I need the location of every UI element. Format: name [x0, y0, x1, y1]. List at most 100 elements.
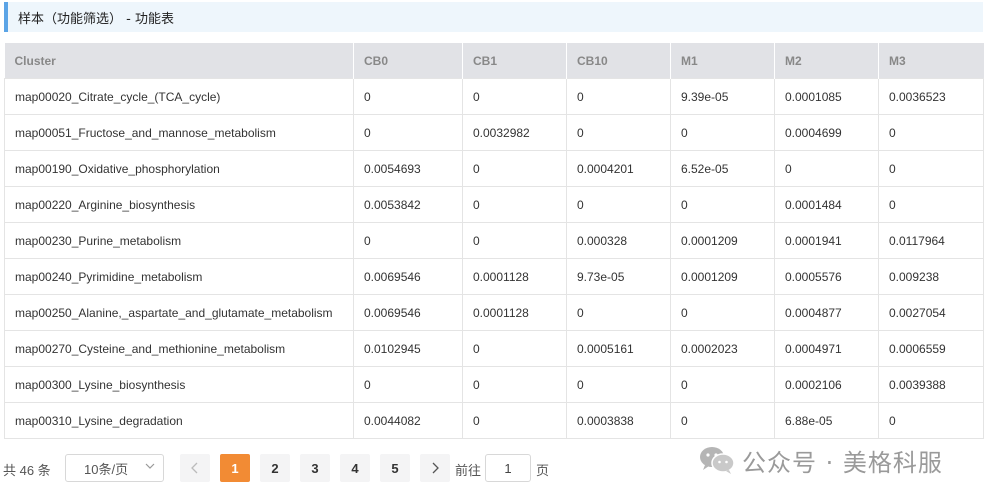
chevron-left-icon	[191, 462, 198, 474]
watermark: 公众号 · 美格科服	[698, 442, 943, 478]
column-header[interactable]: CB0	[353, 43, 463, 79]
value-cell: 0.0054693	[353, 150, 463, 187]
value-cell: 0	[462, 222, 567, 259]
value-cell: 0.0004877	[774, 294, 879, 331]
value-cell: 0.0001128	[462, 258, 567, 295]
column-header[interactable]: CB1	[462, 43, 567, 79]
cluster-cell: map00230_Purine_metabolism	[4, 222, 354, 259]
value-cell: 0.0004971	[774, 330, 879, 367]
value-cell: 6.52e-05	[670, 150, 775, 187]
value-cell: 0.0069546	[353, 258, 463, 295]
value-cell: 0	[462, 186, 567, 223]
cluster-cell: map00220_Arginine_biosynthesis	[4, 186, 354, 223]
cluster-cell: map00310_Lysine_degradation	[4, 402, 354, 439]
next-page-button[interactable]	[420, 454, 450, 482]
value-cell: 0	[670, 366, 775, 403]
value-cell: 0	[878, 150, 984, 187]
page-button-2[interactable]: 2	[260, 454, 290, 482]
value-cell: 0	[462, 366, 567, 403]
value-cell: 0.0001085	[774, 78, 879, 115]
pagination-total: 共 46 条	[3, 463, 51, 478]
table-header-row: Cluster CB0 CB1 CB10 M1 M2 M3	[4, 43, 984, 79]
value-cell: 0	[566, 294, 671, 331]
column-header[interactable]: M2	[774, 43, 879, 79]
value-cell: 0.0001209	[670, 222, 775, 259]
value-cell: 0	[353, 366, 463, 403]
value-cell: 0	[878, 114, 984, 151]
table-row: map00190_Oxidative_phosphorylation 0.0054…	[4, 150, 984, 187]
table-row: map00270_Cysteine_and_methionine_metabol…	[4, 330, 984, 367]
value-cell: 0	[670, 294, 775, 331]
cluster-cell: map00300_Lysine_biosynthesis	[4, 366, 354, 403]
section-title-bar: 样本（功能筛选） - 功能表	[4, 2, 983, 32]
value-cell: 9.39e-05	[670, 78, 775, 115]
cluster-cell: map00270_Cysteine_and_methionine_metabol…	[4, 330, 354, 367]
goto-label: 前往	[455, 463, 482, 478]
value-cell: 0.0069546	[353, 294, 463, 331]
value-cell: 0.0027054	[878, 294, 984, 331]
value-cell: 0	[353, 114, 463, 151]
prev-page-button[interactable]	[180, 454, 210, 482]
value-cell: 0	[353, 78, 463, 115]
value-cell: 0.0039388	[878, 366, 984, 403]
goto-unit: 页	[536, 463, 550, 478]
value-cell: 0.0117964	[878, 222, 984, 259]
value-cell: 0	[353, 222, 463, 259]
value-cell: 0	[566, 366, 671, 403]
page-title: 样本（功能筛选） - 功能表	[18, 11, 174, 27]
value-cell: 0.0002106	[774, 366, 879, 403]
wechat-icon	[700, 447, 735, 474]
page-button-5[interactable]: 5	[380, 454, 410, 482]
table-row: map00230_Purine_metabolism 0 0 0.000328 0.00…	[4, 222, 984, 259]
goto-page-input[interactable]: 1	[485, 454, 531, 482]
chevron-right-icon	[432, 462, 439, 474]
page-button-1[interactable]: 1	[220, 454, 250, 482]
value-cell: 0	[566, 78, 671, 115]
value-cell: 0	[462, 330, 567, 367]
function-table: Cluster CB0 CB1 CB10 M1 M2 M3 map00020_C…	[4, 43, 984, 439]
value-cell: 0	[670, 186, 775, 223]
cluster-cell: map00250_Alanine,_aspartate_and_glutamat…	[4, 294, 354, 331]
value-cell: 0	[462, 150, 567, 187]
column-header[interactable]: M3	[878, 43, 984, 79]
table-row: map00051_Fructose_and_mannose_metabolism…	[4, 114, 984, 151]
page-size-select[interactable]: 10条/页	[65, 454, 164, 482]
value-cell: 0.0001484	[774, 186, 879, 223]
value-cell: 0.0004699	[774, 114, 879, 151]
value-cell: 0	[462, 78, 567, 115]
value-cell: 0.0004201	[566, 150, 671, 187]
value-cell: 0	[670, 114, 775, 151]
table-row: map00250_Alanine,_aspartate_and_glutamat…	[4, 294, 984, 331]
table-row: map00220_Arginine_biosynthesis 0.0053842 0…	[4, 186, 984, 223]
cluster-cell: map00190_Oxidative_phosphorylation	[4, 150, 354, 187]
value-cell: 0	[878, 186, 984, 223]
cluster-cell: map00051_Fructose_and_mannose_metabolism	[4, 114, 354, 151]
cluster-cell: map00240_Pyrimidine_metabolism	[4, 258, 354, 295]
column-header[interactable]: M1	[670, 43, 775, 79]
value-cell: 0.0102945	[353, 330, 463, 367]
value-cell: 0.0006559	[878, 330, 984, 367]
value-cell: 0.0044082	[353, 402, 463, 439]
page-button-4[interactable]: 4	[340, 454, 370, 482]
column-header[interactable]: Cluster	[4, 43, 354, 79]
value-cell: 0	[670, 402, 775, 439]
value-cell: 0.009238	[878, 258, 984, 295]
page-button-3[interactable]: 3	[300, 454, 330, 482]
value-cell: 0.0053842	[353, 186, 463, 223]
value-cell: 0	[878, 402, 984, 439]
value-cell: 0	[566, 114, 671, 151]
value-cell: 0.0005576	[774, 258, 879, 295]
value-cell: 0	[566, 186, 671, 223]
value-cell: 9.73e-05	[566, 258, 671, 295]
column-header[interactable]: CB10	[566, 43, 671, 79]
value-cell: 0.0005161	[566, 330, 671, 367]
value-cell: 0	[774, 150, 879, 187]
value-cell: 0.0002023	[670, 330, 775, 367]
page-size-value: 10条/页	[84, 461, 129, 477]
value-cell: 0.000328	[566, 222, 671, 259]
chevron-down-icon	[145, 463, 155, 469]
value-cell: 0.0036523	[878, 78, 984, 115]
value-cell: 0.0001941	[774, 222, 879, 259]
value-cell: 0	[462, 402, 567, 439]
cluster-cell: map00020_Citrate_cycle_(TCA_cycle)	[4, 78, 354, 115]
